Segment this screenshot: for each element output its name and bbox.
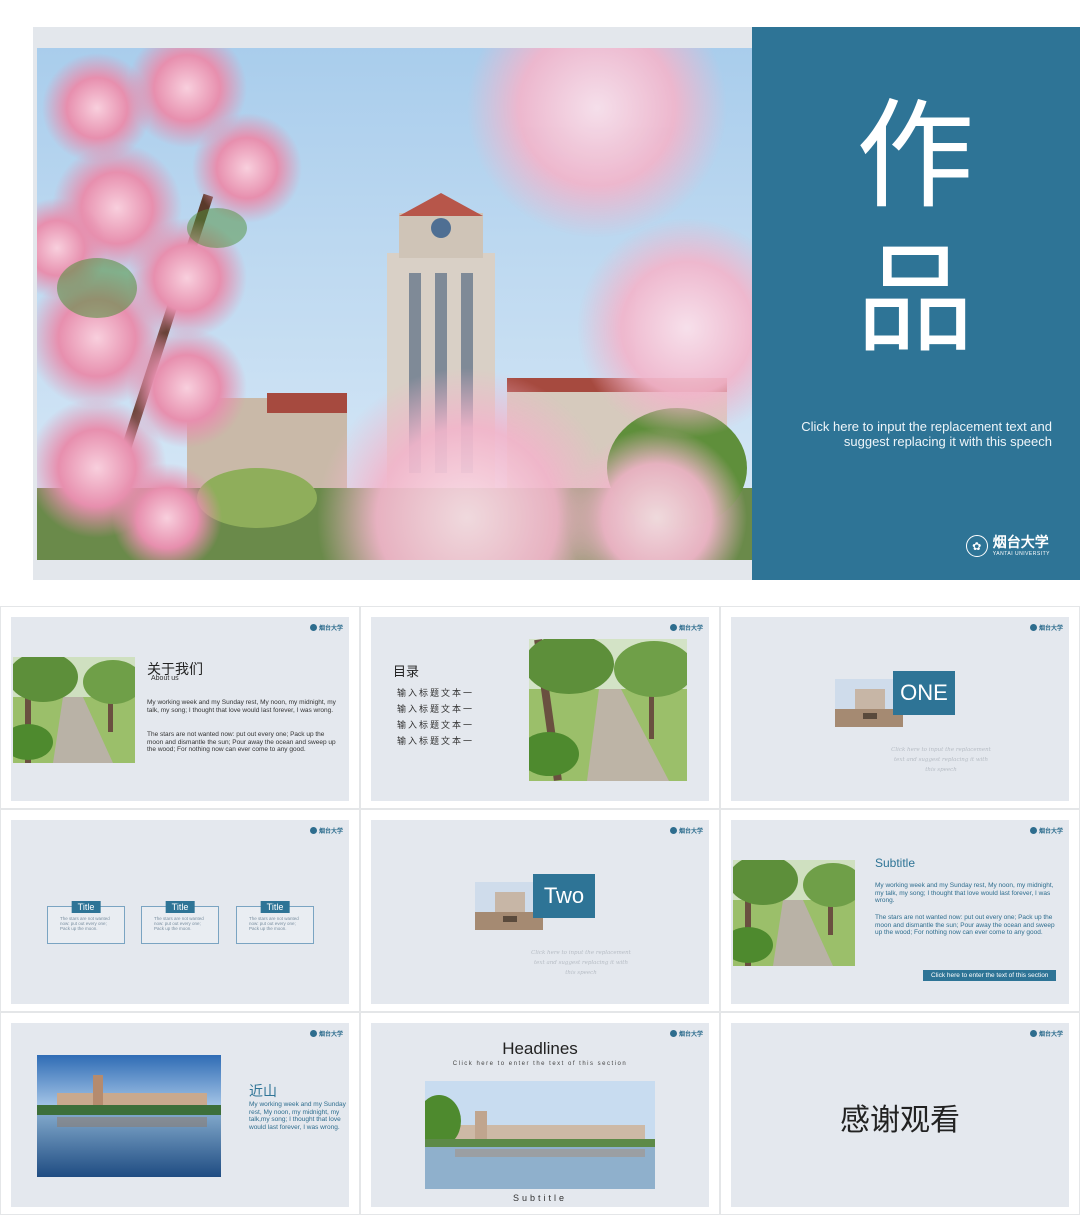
slide-jinshan: 烟台大学 近山 My working week and my Sunday re… [11, 1023, 349, 1207]
title-box-2[interactable]: Title The stars are not wanted now: put … [141, 901, 219, 944]
slide-titles: 烟台大学 Title The stars are not wanted now:… [11, 820, 349, 1004]
thumb-slide-headlines[interactable]: 烟台大学 Headlines Click here to enter the t… [360, 1012, 720, 1215]
thumb-slide-two[interactable]: 烟台大学 Two Click here to input the replace… [360, 809, 720, 1012]
logo-en-text: YANTAI UNIVERSITY [992, 550, 1050, 557]
logo-icon [1029, 1030, 1037, 1037]
slide-subtitle: 烟台大学 Subtitle My working week and my Sun… [731, 820, 1069, 1004]
slide-thanks: 烟台大学 感谢观看 [731, 1023, 1069, 1207]
thumb-slide-jinshan[interactable]: 烟台大学 近山 My working week and my Sunday re… [0, 1012, 360, 1215]
slide-logo: 烟台大学 [1029, 623, 1063, 632]
thumb-slide-about[interactable]: 烟台大学 关于我们 About us My working week and m… [0, 606, 360, 809]
toc-item[interactable]: 输入标题文本一 [397, 685, 474, 701]
logo-icon [1029, 827, 1037, 834]
lake-campus-photo [37, 1055, 221, 1177]
slide-logo: 烟台大学 [309, 623, 343, 632]
logo-icon [669, 624, 677, 631]
hero-slide: 作 品 Click here to input the replacement … [0, 0, 1080, 606]
slide-logo: 烟台大学 [669, 826, 703, 835]
title-box-3[interactable]: Title The stars are not wanted now: put … [236, 901, 314, 944]
slide-logo: 烟台大学 [1029, 1029, 1063, 1038]
section-badge-one: ONE [893, 671, 955, 715]
hero-title-char-1: 作 [856, 87, 975, 225]
title-box-body: The stars are not wanted now: put out ev… [249, 916, 299, 931]
thanks-title: 感谢观看 [840, 1103, 960, 1138]
toc-item[interactable]: 输入标题文本一 [397, 717, 474, 733]
toc-list: 输入标题文本一 输入标题文本一 输入标题文本一 输入标题文本一 [397, 685, 474, 749]
slide-section-one: 烟台大学 ONE Click here to input the replace… [731, 617, 1069, 801]
forest-path-photo [529, 639, 687, 781]
forest-path-photo [13, 657, 135, 763]
toc-title: 目录 [393, 665, 420, 680]
logo-icon [309, 827, 317, 834]
thumb-slide-subtitle[interactable]: 烟台大学 Subtitle My working week and my Sun… [720, 809, 1080, 1012]
slide-about: 烟台大学 关于我们 About us My working week and m… [11, 617, 349, 801]
slide-logo: 烟台大学 [309, 1029, 343, 1038]
university-logo: ✿ 烟台大学 YANTAI UNIVERSITY [965, 534, 1050, 557]
section-two-script: Click here to input the replacement text… [531, 950, 631, 976]
slide-headlines: 烟台大学 Headlines Click here to enter the t… [371, 1023, 709, 1207]
jinshan-title: 近山 [249, 1084, 277, 1100]
logo-icon [1029, 624, 1037, 631]
slide-toc: 烟台大学 目录 输入标题文本一 输入标题文本一 输入标题文本一 输入标题文本一 [371, 617, 709, 801]
forest-path-photo [733, 860, 855, 966]
logo-icon [669, 1030, 677, 1037]
toc-item[interactable]: 输入标题文本一 [397, 701, 474, 717]
subtitle-paragraph-1: My working week and my Sunday rest, My n… [875, 882, 1054, 904]
slide-logo: 烟台大学 [669, 623, 703, 632]
hero-description: Click here to input the replacement text… [801, 419, 1052, 449]
logo-icon [309, 1030, 317, 1037]
about-paragraph-2: The stars are not wanted now: put out ev… [147, 731, 336, 753]
logo-icon [309, 624, 317, 631]
subtitle-heading: Subtitle [875, 856, 916, 870]
headlines-subtitle-line: Click here to enter the text of this sec… [452, 1061, 628, 1067]
section-one-script: Click here to input the replacement text… [891, 747, 991, 773]
title-box-caption: Title [71, 901, 101, 913]
hero-title-panel: 作 品 Click here to input the replacement … [752, 27, 1080, 580]
headlines-footer: Subtitle [512, 1193, 568, 1203]
section-badge-two: Two [533, 874, 595, 918]
lake-campus-photo [425, 1081, 655, 1189]
title-box-caption: Title [260, 901, 290, 913]
subtitle-paragraph-2: The stars are not wanted now: put out ev… [875, 914, 1055, 936]
slide-logo: 烟台大学 [309, 826, 343, 835]
thumb-slide-one[interactable]: 烟台大学 ONE Click here to input the replace… [720, 606, 1080, 809]
title-box-body: The stars are not wanted now: put out ev… [154, 916, 204, 931]
headlines-title: Headlines [502, 1039, 578, 1058]
slide-section-two: 烟台大学 Two Click here to input the replace… [371, 820, 709, 1004]
jinshan-paragraph: My working week and my Sunday rest, My n… [249, 1101, 346, 1131]
university-seal-icon: ✿ [965, 535, 988, 557]
about-paragraph-1: My working week and my Sunday rest, My n… [147, 699, 336, 714]
thumb-slide-toc[interactable]: 烟台大学 目录 输入标题文本一 输入标题文本一 输入标题文本一 输入标题文本一 [360, 606, 720, 809]
hero-title-char-2: 品 [856, 231, 975, 369]
about-subtitle: About us [151, 675, 179, 682]
slide-logo: 烟台大学 [1029, 826, 1063, 835]
title-box-caption: Title [165, 901, 195, 913]
section-text-button[interactable]: Click here to enter the text of this sec… [923, 970, 1057, 981]
title-box-body: The stars are not wanted now: put out ev… [60, 916, 110, 931]
title-box-1[interactable]: Title The stars are not wanted now: put … [47, 901, 125, 944]
thumb-slide-titles[interactable]: 烟台大学 Title The stars are not wanted now:… [0, 809, 360, 1012]
logo-cn-text: 烟台大学 [992, 534, 1049, 551]
hero-photo-clock-tower [37, 48, 753, 560]
slide-logo: 烟台大学 [669, 1029, 703, 1038]
logo-icon [669, 827, 677, 834]
thumb-slide-thanks[interactable]: 烟台大学 感谢观看 [720, 1012, 1080, 1215]
toc-item[interactable]: 输入标题文本一 [397, 733, 474, 749]
